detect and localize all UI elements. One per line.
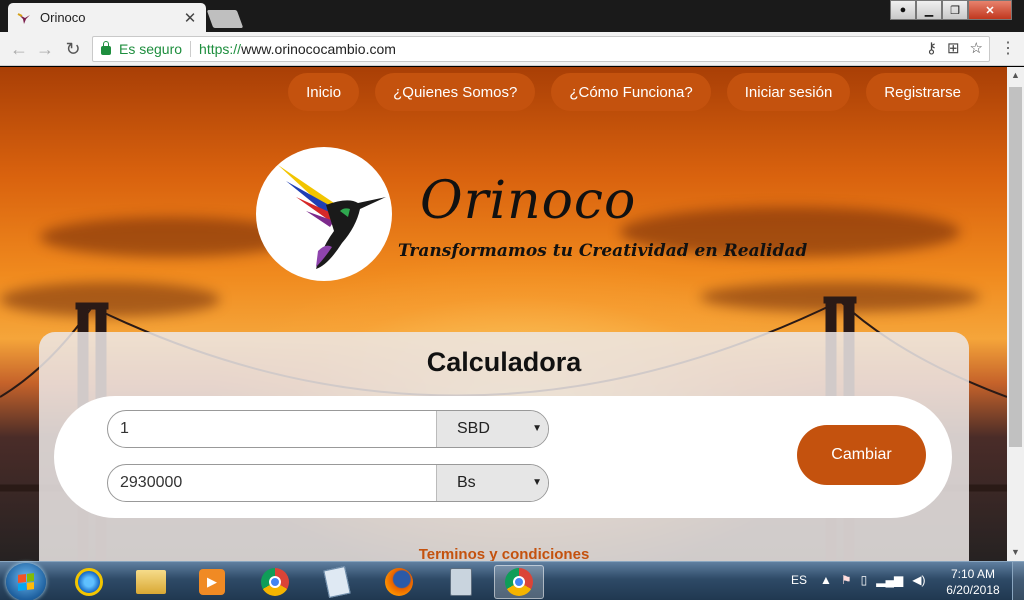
new-tab-button[interactable]	[206, 10, 244, 28]
from-amount-group: 1 SBD ▼	[107, 410, 549, 448]
clock-date: 6/20/2018	[946, 583, 1000, 597]
volume-icon[interactable]: ◀)	[912, 573, 925, 587]
brand-name: Orinoco	[420, 171, 637, 231]
action-center-icon[interactable]: ⚑	[841, 573, 852, 587]
show-desktop-button[interactable]	[1012, 562, 1024, 600]
nav-como-funciona[interactable]: ¿Cómo Funciona?	[551, 73, 711, 111]
nav-quienes-somos[interactable]: ¿Quienes Somos?	[375, 73, 536, 111]
firefox-icon[interactable]	[374, 565, 424, 599]
browser-titlebar: Orinoco ✕ ● ▁ ❐ ✕	[0, 0, 1024, 32]
system-tray: ▲ ⚑ ▯ ▂▄▆ ◀)	[820, 573, 925, 587]
from-amount-input[interactable]: 1	[108, 411, 436, 447]
calculator-icon[interactable]	[436, 565, 486, 599]
key-icon[interactable]: ⚷	[926, 39, 937, 57]
to-amount-group: 2930000 Bs ▼	[107, 464, 549, 502]
calculator-panel: Calculadora 1 SBD ▼ 2930000 Bs ▼ Cambiar…	[39, 332, 969, 561]
main-nav: Inicio ¿Quienes Somos? ¿Cómo Funciona? I…	[288, 73, 979, 111]
terms-link[interactable]: Terminos y condiciones	[39, 546, 969, 561]
browser-toolbar: ← → ↻ Es seguro https:// www.orinococamb…	[0, 32, 1024, 66]
from-currency-select[interactable]: SBD ▼	[436, 411, 548, 447]
to-amount-input[interactable]: 2930000	[108, 465, 436, 501]
divider	[190, 41, 192, 57]
language-indicator[interactable]: ES	[791, 573, 807, 587]
to-currency-select[interactable]: Bs ▼	[436, 465, 548, 501]
lock-icon	[101, 41, 111, 55]
file-explorer-icon[interactable]	[126, 565, 176, 599]
page-viewport: Inicio ¿Quienes Somos? ¿Cómo Funciona? I…	[0, 67, 1007, 561]
scroll-down-icon[interactable]: ▼	[1007, 544, 1024, 561]
reload-icon[interactable]: ↻	[62, 38, 84, 60]
nav-iniciar-sesion[interactable]: Iniciar sesión	[726, 73, 851, 111]
close-window-icon[interactable]: ✕	[968, 0, 1012, 20]
media-player-icon[interactable]: ▶	[187, 565, 237, 599]
user-profile-icon[interactable]: ●	[890, 0, 916, 20]
clock-time: 7:10 AM	[950, 567, 996, 581]
back-icon[interactable]: ←	[8, 38, 30, 60]
notepad-icon[interactable]	[312, 565, 362, 599]
browser-tab[interactable]: Orinoco ✕	[8, 3, 206, 32]
network-icon[interactable]: ▂▄▆	[876, 573, 903, 587]
url-host: www.orinococambio.com	[241, 41, 396, 57]
start-button[interactable]	[6, 563, 46, 600]
battery-icon[interactable]: ▯	[861, 573, 868, 587]
hummingbird-favicon-icon	[16, 10, 32, 26]
tab-close-icon[interactable]: ✕	[182, 9, 198, 27]
hummingbird-logo-icon	[278, 165, 386, 269]
calculator-title: Calculadora	[426, 347, 582, 377]
brand-tagline: Transformamos tu Creatividad en Realidad	[398, 241, 808, 261]
to-currency-value: Bs	[457, 474, 476, 491]
url-protocol: https://	[199, 41, 242, 57]
scrollbar-thumb[interactable]	[1009, 87, 1022, 447]
scroll-up-icon[interactable]: ▲	[1007, 67, 1024, 84]
nav-inicio[interactable]: Inicio	[288, 73, 360, 111]
star-icon[interactable]: ☆	[970, 39, 983, 57]
taskbar: ▶ ES ▲ ⚑ ▯ ▂▄▆ ◀) 7:10 AM 6/20/2018	[0, 561, 1024, 600]
chevron-down-icon: ▼	[532, 423, 542, 434]
logo[interactable]	[256, 147, 392, 281]
from-currency-value: SBD	[457, 420, 490, 437]
calculator-box: 1 SBD ▼ 2930000 Bs ▼ Cambiar	[54, 396, 952, 518]
chrome-icon[interactable]	[250, 565, 300, 599]
vertical-scrollbar[interactable]: ▲ ▼	[1007, 67, 1024, 561]
secure-label: Es seguro	[119, 41, 183, 57]
tab-title: Orinoco	[40, 10, 86, 25]
nav-registrarse[interactable]: Registrarse	[866, 73, 979, 111]
menu-icon[interactable]: ⋮	[1000, 40, 1016, 58]
cambiar-button[interactable]: Cambiar	[797, 425, 926, 485]
translate-icon[interactable]: ⊞	[947, 39, 960, 57]
address-bar[interactable]: Es seguro https:// www.orinococambio.com…	[92, 36, 990, 62]
chrome-active-icon[interactable]	[494, 565, 544, 599]
clock[interactable]: 7:10 AM 6/20/2018	[938, 566, 1008, 598]
minimize-icon[interactable]: ▁	[916, 0, 942, 20]
window-controls: ● ▁ ❐ ✕	[890, 0, 1012, 20]
internet-explorer-icon[interactable]	[64, 565, 114, 599]
forward-icon[interactable]: →	[34, 38, 56, 60]
show-hidden-icons-icon[interactable]: ▲	[820, 573, 832, 587]
windows-logo-icon	[18, 573, 34, 591]
restore-icon[interactable]: ❐	[942, 0, 968, 20]
chevron-down-icon: ▼	[532, 477, 542, 488]
